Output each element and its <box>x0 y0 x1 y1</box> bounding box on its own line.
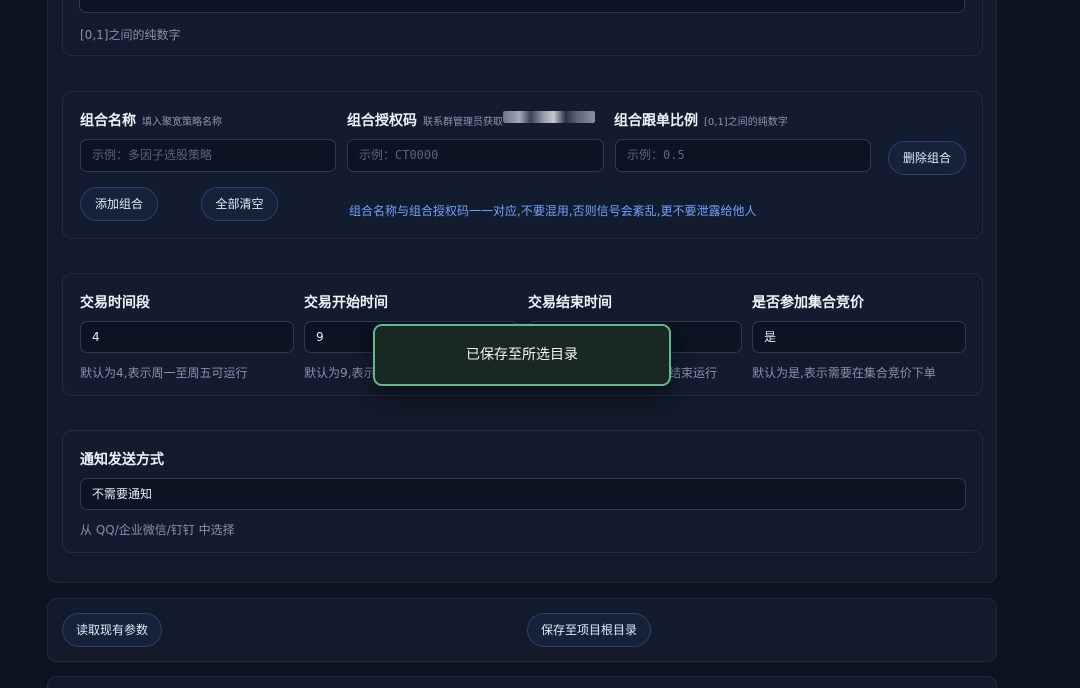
save-root-button[interactable]: 保存至项目根目录 <box>527 613 651 647</box>
trade-period-label: 交易时间段 <box>80 295 150 311</box>
combo-auth-input[interactable]: 示例：CT0000 <box>347 139 604 172</box>
combo-ratio-label: 组合跟单比例 [0,1]之间的纯数字 <box>614 110 788 130</box>
trade-start-label: 交易开始时间 <box>304 295 388 311</box>
delete-combo-button[interactable]: 删除组合 <box>888 141 966 175</box>
trade-end-label: 交易结束时间 <box>528 295 612 311</box>
clear-all-button[interactable]: 全部清空 <box>201 187 278 221</box>
combo-ratio-title: 组合跟单比例 <box>614 113 698 129</box>
trade-period-input[interactable]: 4 <box>80 321 294 353</box>
ratio-input-top[interactable] <box>79 0 965 13</box>
notify-card: 通知发送方式 不需要通知 从 QQ/企业微信/钉钉 中选择 <box>62 430 983 553</box>
combo-name-title: 组合名称 <box>80 113 136 129</box>
combo-auth-sublabel: 联系群管理员获取 <box>423 117 503 128</box>
read-params-button[interactable]: 读取现有参数 <box>62 613 162 647</box>
combo-auth-label: 组合授权码 联系群管理员获取 <box>347 110 503 130</box>
redacted-contact <box>503 111 595 123</box>
combo-name-input[interactable]: 示例：多因子选股策略 <box>80 139 336 172</box>
auction-input[interactable]: 是 <box>752 321 966 353</box>
action-bar: 读取现有参数 保存至项目根目录 <box>47 598 997 662</box>
combo-name-sublabel: 填入聚宽策略名称 <box>142 117 222 128</box>
combo-card: 组合名称 填入聚宽策略名称 示例：多因子选股策略 组合授权码 联系群管理员获取 示例… <box>62 91 983 239</box>
combo-auth-title: 组合授权码 <box>347 113 417 129</box>
trade-period-hint: 默认为4,表示周一至周五可运行 <box>80 366 248 380</box>
trade-start-hint: 默认为9,表示 <box>304 366 376 380</box>
add-combo-button[interactable]: 添加组合 <box>80 187 158 221</box>
auction-hint: 默认为是,表示需要在集合竞价下单 <box>752 366 936 380</box>
combo-ratio-sublabel: [0,1]之间的纯数字 <box>704 117 788 128</box>
ratio-card: [0,1]之间的纯数字 <box>62 0 983 56</box>
combo-ratio-input[interactable]: 示例：0.5 <box>615 139 871 172</box>
notify-label: 通知发送方式 <box>80 452 164 468</box>
combo-warning-note: 组合名称与组合授权码一一对应,不要混用,否则信号会紊乱,更不要泄露给他人 <box>349 204 757 218</box>
settings-page: [0,1]之间的纯数字 组合名称 填入聚宽策略名称 示例：多因子选股策略 组合授权… <box>0 0 1080 688</box>
trade-end-hint: 结束运行 <box>669 366 718 380</box>
combo-name-label: 组合名称 填入聚宽策略名称 <box>80 110 222 130</box>
notify-hint: 从 QQ/企业微信/钉钉 中选择 <box>80 523 235 537</box>
ratio-hint: [0,1]之间的纯数字 <box>80 28 181 42</box>
auction-label: 是否参加集合竞价 <box>752 295 864 311</box>
next-panel <box>47 676 997 688</box>
notify-input[interactable]: 不需要通知 <box>80 478 966 510</box>
save-success-toast: 已保存至所选目录 <box>373 324 671 386</box>
